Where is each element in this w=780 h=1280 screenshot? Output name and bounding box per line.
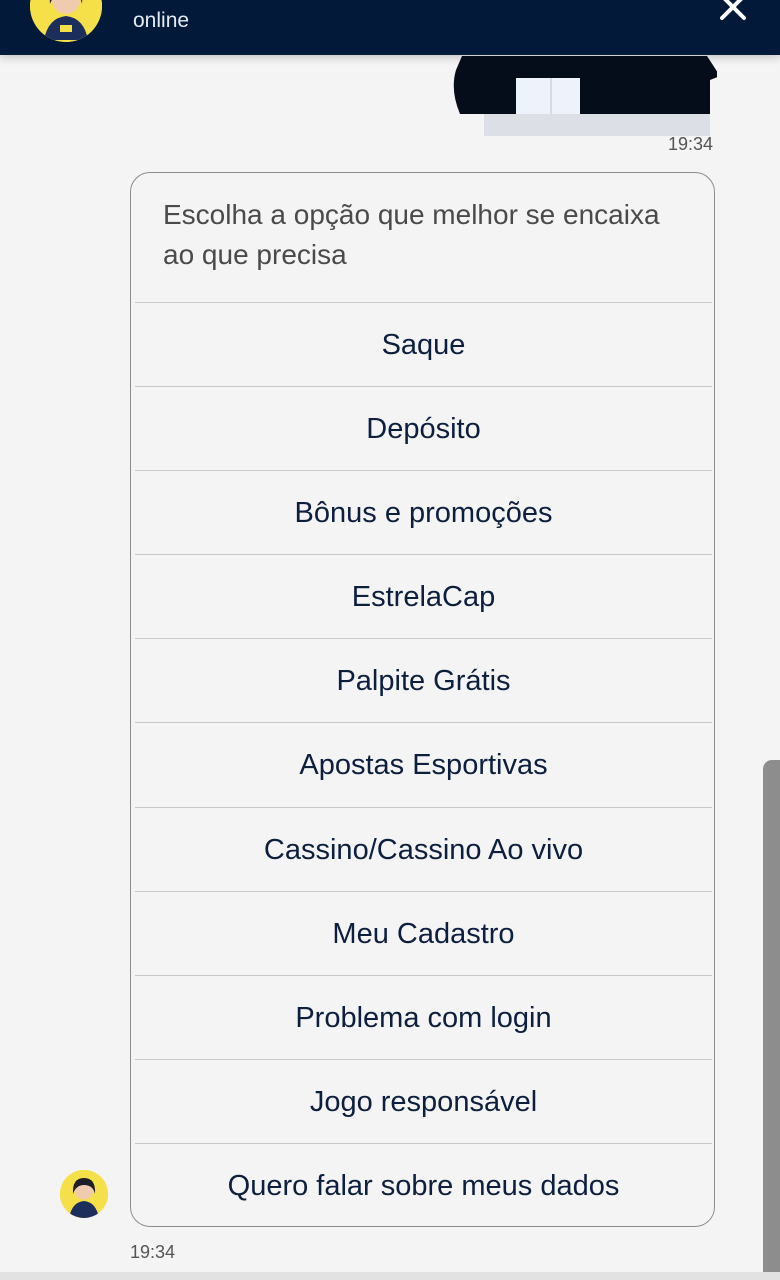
option-label: Meu Cadastro: [332, 917, 515, 950]
option-label: Cassino/Cassino Ao vivo: [263, 833, 584, 866]
option-deposito[interactable]: Depósito: [135, 386, 712, 471]
option-bonus-promocoes[interactable]: Bônus e promoções: [135, 470, 712, 555]
bot-avatar-image: [60, 1170, 108, 1218]
outgoing-message-time: 19:34: [668, 134, 714, 154]
option-label: Bônus e promoções: [294, 496, 553, 529]
option-label: Palpite Grátis: [336, 664, 511, 697]
outgoing-message-redacted: [452, 52, 720, 140]
option-label: Jogo responsável: [309, 1085, 538, 1118]
option-label: Apostas Esportivas: [299, 748, 548, 781]
option-label: Quero falar sobre meus dados: [227, 1169, 620, 1202]
option-jogo-responsavel[interactable]: Jogo responsável: [135, 1059, 712, 1144]
option-label: EstrelaCap: [351, 580, 496, 613]
option-palpite-gratis[interactable]: Palpite Grátis: [135, 638, 712, 723]
option-apostas-esportivas[interactable]: Apostas Esportivas: [135, 722, 712, 807]
option-problema-login[interactable]: Problema com login: [135, 975, 712, 1060]
option-meu-cadastro[interactable]: Meu Cadastro: [135, 891, 712, 976]
chat-header: online: [0, 0, 780, 55]
agent-status: online: [133, 9, 190, 32]
agent-avatar: [30, 0, 102, 42]
bot-avatar: [60, 1170, 108, 1218]
option-saque[interactable]: Saque: [135, 302, 712, 387]
scrollbar-thumb[interactable]: [763, 760, 780, 1280]
agent-avatar-image: [30, 0, 102, 42]
options-prompt: Escolha a opção que melhor se encaixa ao…: [163, 199, 660, 270]
option-cassino[interactable]: Cassino/Cassino Ao vivo: [135, 807, 712, 892]
option-label: Saque: [381, 328, 466, 361]
option-label: Depósito: [366, 412, 481, 445]
option-meus-dados[interactable]: Quero falar sobre meus dados: [135, 1143, 712, 1228]
close-icon[interactable]: [712, 0, 754, 28]
option-estrelacap[interactable]: EstrelaCap: [135, 554, 712, 639]
options-card: Escolha a opção que melhor se encaixa ao…: [130, 172, 715, 1227]
option-label: Problema com login: [295, 1001, 552, 1034]
bottom-divider: [0, 1272, 780, 1280]
bot-message-time: 19:34: [130, 1242, 176, 1262]
